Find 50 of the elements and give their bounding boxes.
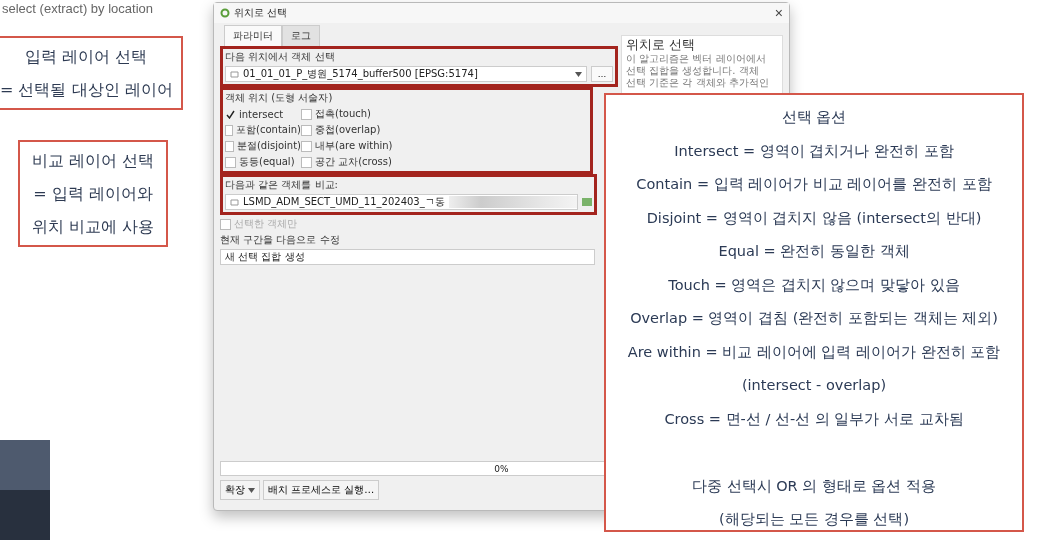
- dark-panel: [0, 440, 50, 490]
- predicate-checkbox[interactable]: 동등(equal): [225, 155, 301, 169]
- callout-line: Overlap = 영역이 겹침 (완전히 포함되는 객체는 제외): [629, 309, 999, 328]
- caret-icon: [248, 487, 255, 493]
- layer-icon: [230, 70, 239, 78]
- callout-line: 다중 선택시 OR 의 형태로 옵션 적용: [690, 476, 938, 496]
- check-icon: [226, 109, 235, 119]
- field-label: 다음과 같은 객체를 비교:: [225, 178, 339, 192]
- predicate-checkbox[interactable]: 포함(contain): [225, 123, 301, 137]
- batch-button[interactable]: 배치 프로세스로 실행…: [263, 480, 380, 500]
- note-box: 입력 레이어 선택 = 선택될 대상인 레이어: [0, 36, 183, 110]
- callout-line: Contain = 입력 레이어가 비교 레이어를 완전히 포함: [635, 175, 993, 194]
- layer-icon: [582, 198, 592, 206]
- callout-line: (intersect - overlap): [740, 376, 888, 395]
- callout-line: Equal = 완전히 동일한 객체: [717, 242, 911, 261]
- close-button[interactable]: ×: [774, 5, 783, 21]
- tab[interactable]: 파라미터: [224, 25, 282, 46]
- help-title: 위치로 선택: [626, 37, 697, 53]
- slide-caption: select (extract) by location: [1, 0, 153, 16]
- callout-line: Disjoint = 영역이 겹치지 않음 (intersect의 반대): [645, 208, 983, 228]
- predicate-checkbox[interactable]: intersect: [225, 107, 301, 121]
- mode-dropdown[interactable]: 새 선택 집합 생성: [220, 249, 595, 265]
- dark-panel: [0, 490, 50, 540]
- callout-line: (해당되는 모든 경우를 선택): [717, 510, 911, 529]
- predicate-checkbox[interactable]: 중첩(overlap): [301, 123, 588, 137]
- caret-icon: [575, 71, 582, 77]
- field-label: 객체 위치 (도형 서술자): [225, 91, 334, 105]
- note-box: 비교 레이어 선택 = 입력 레이어와 위치 비교에 사용: [18, 140, 169, 247]
- more-button[interactable]: …: [591, 66, 613, 82]
- callout-title: 선택 옵션: [780, 108, 848, 127]
- predicate-checkbox[interactable]: 접촉(touch): [301, 107, 588, 121]
- window-title: 위치로 선택: [234, 6, 289, 20]
- menu-button[interactable]: 확장: [220, 480, 260, 500]
- predicate-checkbox[interactable]: 내부(are within): [301, 139, 588, 153]
- layer-dropdown[interactable]: 01_01_01_P_병원_5174_buffer500 [EPSG:5174]: [225, 66, 587, 82]
- help-text: 선택 집합을 생성합니다. 객체: [626, 65, 760, 77]
- layer-dropdown[interactable]: LSMD_ADM_SECT_UMD_11_202403_ㄱ동: [225, 194, 578, 210]
- callout-line: Cross = 면-선 / 선-선 의 일부가 서로 교차됨: [663, 409, 965, 429]
- predicate-checkbox[interactable]: 공간 교차(cross): [301, 155, 588, 169]
- predicate-checkbox[interactable]: 분절(disjoint): [225, 139, 301, 153]
- layer-icon: [230, 198, 239, 206]
- tab[interactable]: 로그: [282, 25, 320, 46]
- field-label: 현재 구간을 다음으로 수정: [220, 233, 340, 247]
- callout-line: Are within = 비교 레이어에 입력 레이어가 완전히 포함: [626, 342, 1002, 362]
- help-text: 이 알고리즘은 벡터 레이어에서: [626, 53, 767, 65]
- app-icon: [220, 8, 230, 18]
- callout-line: Touch = 영역은 겹치지 않으며 맞닿아 있음: [667, 275, 961, 295]
- callout-line: Intersect = 영역이 겹치거나 완전히 포함: [673, 141, 955, 161]
- field-label: 다음 위치에서 객체 선택: [225, 50, 336, 64]
- help-text: 선택 기준은 각 객체와 추가적인: [626, 77, 770, 89]
